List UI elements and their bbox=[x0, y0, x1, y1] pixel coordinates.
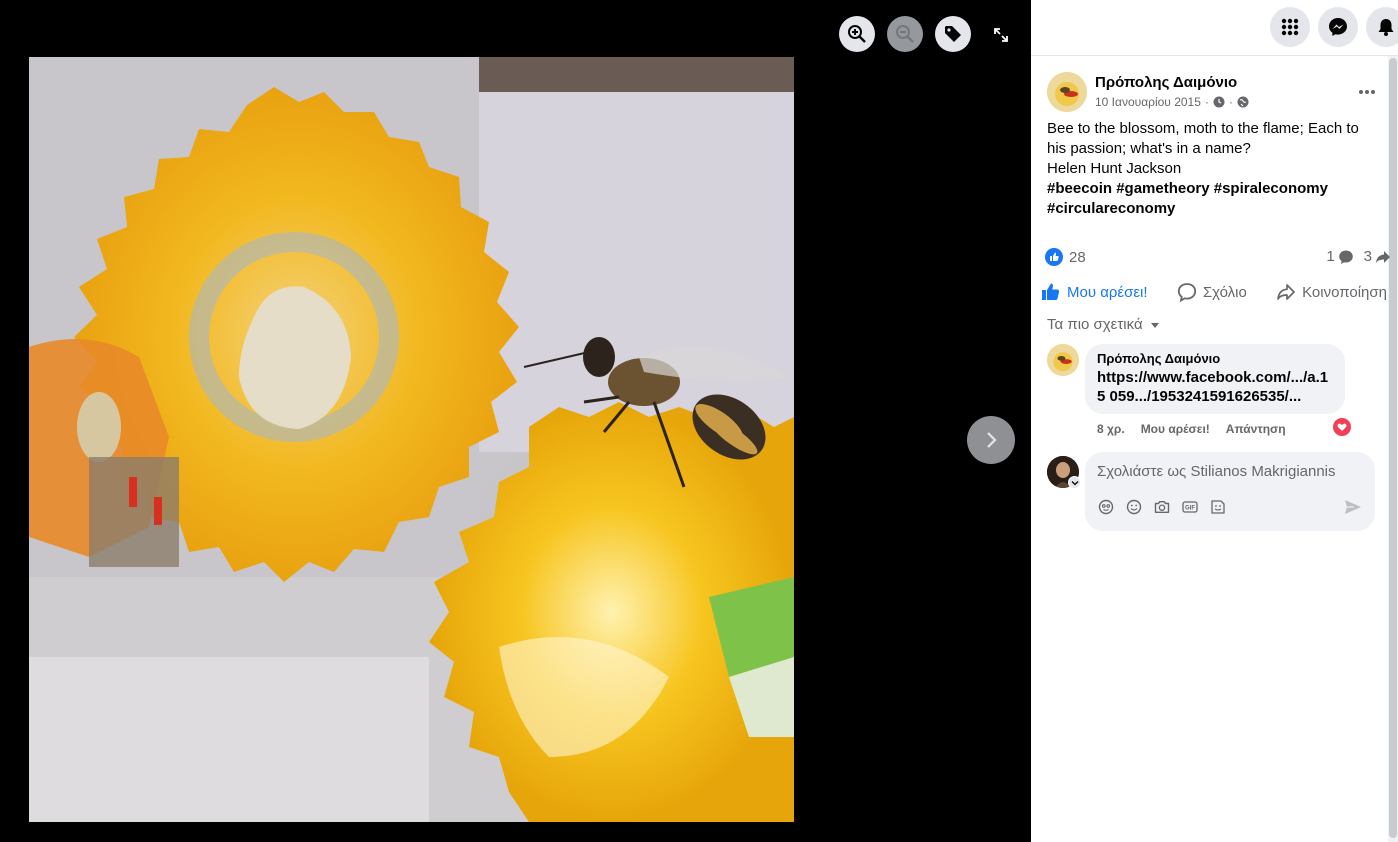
post-hashtags[interactable]: #beecoin #gametheory #spiraleconomy #cir… bbox=[1047, 179, 1377, 219]
clock-icon bbox=[1213, 96, 1225, 108]
post-quote: Bee to the blossom, moth to the flame; E… bbox=[1047, 120, 1359, 157]
camera-icon bbox=[1154, 501, 1170, 513]
share-count-group[interactable]: 3 bbox=[1364, 248, 1391, 265]
chevron-right-icon bbox=[987, 432, 997, 448]
post-options-button[interactable] bbox=[1353, 78, 1381, 106]
heart-icon bbox=[1337, 423, 1347, 431]
meta-separator: · bbox=[1204, 95, 1209, 109]
engagement-counts: 1 3 bbox=[1326, 248, 1391, 265]
photo-bee-on-pencil-shavings bbox=[29, 57, 794, 822]
comment-footer: 8 χρ. Μου αρέσει! Απάντηση bbox=[1097, 422, 1286, 436]
emoji-icon bbox=[1126, 499, 1142, 515]
post-quote-author: Helen Hunt Jackson bbox=[1047, 160, 1182, 177]
gif-button[interactable]: GIF bbox=[1181, 498, 1199, 516]
globe-icon bbox=[1237, 96, 1249, 108]
more-dots-icon bbox=[1359, 90, 1375, 94]
menu-button[interactable] bbox=[1270, 7, 1310, 47]
zoom-in-icon bbox=[848, 25, 866, 43]
scrollbar-thumb[interactable] bbox=[1389, 58, 1397, 838]
zoom-out-button[interactable] bbox=[887, 16, 923, 52]
bell-icon bbox=[1378, 19, 1394, 36]
share-button-label: Κοινοποίηση bbox=[1302, 283, 1387, 301]
comment-button-label: Σχόλιο bbox=[1202, 283, 1247, 301]
comment-button[interactable]: Σχόλιο bbox=[1177, 280, 1247, 304]
top-bar bbox=[1031, 0, 1398, 56]
fullscreen-button[interactable] bbox=[988, 22, 1014, 48]
comment-like-link[interactable]: Μου αρέσει! bbox=[1141, 422, 1210, 436]
photo-viewer bbox=[0, 0, 1031, 842]
comment-input[interactable] bbox=[1097, 460, 1357, 482]
comment-bubble-icon bbox=[1338, 250, 1353, 264]
post-author-name[interactable]: Πρόπολης Δαιμόνιο bbox=[1095, 74, 1237, 91]
author-avatar[interactable] bbox=[1047, 72, 1087, 112]
menu-grid-icon bbox=[1281, 18, 1299, 36]
comment-age[interactable]: 8 χρ. bbox=[1097, 422, 1125, 436]
composer-tools: GIF bbox=[1097, 498, 1227, 516]
share-icon bbox=[1277, 284, 1295, 300]
comment-count: 1 bbox=[1326, 248, 1335, 265]
next-photo-button[interactable] bbox=[967, 416, 1015, 464]
meta-separator-2: · bbox=[1228, 95, 1233, 109]
post-body: Bee to the blossom, moth to the flame; E… bbox=[1047, 119, 1377, 219]
like-count: 28 bbox=[1069, 248, 1086, 266]
tag-icon bbox=[945, 26, 961, 42]
comment-sort-dropdown[interactable]: Τα πιο σχετικά bbox=[1047, 316, 1161, 333]
comment-sort-label: Τα πιο σχετικά bbox=[1047, 316, 1143, 333]
caret-down-icon bbox=[1150, 322, 1159, 328]
post-meta: 10 Ιανουαρίου 2015 · · bbox=[1095, 95, 1249, 109]
zoom-out-icon bbox=[896, 25, 914, 43]
post-header: Πρόπολης Δαιμόνιο 10 Ιανουαρίου 2015 · · bbox=[1047, 72, 1387, 116]
messenger-button[interactable] bbox=[1318, 7, 1358, 47]
comment-bubble: Πρόπολης Δαιμόνιο https://www.facebook.c… bbox=[1085, 344, 1345, 414]
comment-link[interactable]: https://www.facebook.com/.../a.15 059...… bbox=[1097, 368, 1333, 406]
avatar-sticker-button[interactable] bbox=[1097, 498, 1115, 516]
like-count-group[interactable]: 28 bbox=[1045, 248, 1086, 266]
post-actions: Μου αρέσει! Σχόλιο Κοινοποίηση bbox=[1041, 280, 1387, 304]
zoom-in-button[interactable] bbox=[839, 16, 875, 52]
share-arrow-icon bbox=[1376, 250, 1390, 263]
commenter-avatar[interactable] bbox=[1047, 344, 1079, 376]
post-panel: Πρόπολης Δαιμόνιο 10 Ιανουαρίου 2015 · ·… bbox=[1031, 0, 1398, 842]
send-comment-button[interactable] bbox=[1343, 498, 1363, 516]
sticker-icon bbox=[1211, 500, 1225, 514]
avatar-image bbox=[1047, 72, 1087, 112]
like-reaction-icon bbox=[1045, 248, 1063, 266]
comment-count-group[interactable]: 1 bbox=[1326, 248, 1353, 265]
avatar-sticker-icon bbox=[1098, 499, 1114, 515]
tag-photo-button[interactable] bbox=[935, 16, 971, 52]
thumbs-up-icon bbox=[1042, 283, 1060, 300]
expand-icon bbox=[994, 28, 1008, 42]
send-icon bbox=[1345, 500, 1361, 514]
chevron-down-icon bbox=[1071, 480, 1078, 485]
svg-text:GIF: GIF bbox=[1185, 506, 1195, 512]
share-count: 3 bbox=[1363, 248, 1372, 265]
like-button-label: Μου αρέσει! bbox=[1067, 283, 1148, 301]
messenger-icon bbox=[1329, 18, 1347, 36]
reactions-summary: 28 1 3 bbox=[1045, 248, 1390, 268]
comment-author[interactable]: Πρόπολης Δαιμόνιο bbox=[1097, 351, 1333, 366]
post-date[interactable]: 10 Ιανουαρίου 2015 bbox=[1095, 95, 1201, 109]
comment-icon bbox=[1177, 283, 1196, 302]
photo-attach-button[interactable] bbox=[1153, 498, 1171, 516]
profile-switch-badge[interactable] bbox=[1068, 476, 1081, 489]
comment-input-box: GIF bbox=[1085, 452, 1375, 531]
emoji-button[interactable] bbox=[1125, 498, 1143, 516]
share-button[interactable]: Κοινοποίηση bbox=[1276, 280, 1387, 304]
gif-icon: GIF bbox=[1182, 501, 1198, 513]
avatar-image bbox=[1047, 344, 1079, 376]
sticker-button[interactable] bbox=[1209, 498, 1227, 516]
notifications-button[interactable] bbox=[1366, 7, 1398, 47]
love-reaction-badge[interactable] bbox=[1333, 418, 1351, 436]
comment-reply-link[interactable]: Απάντηση bbox=[1226, 422, 1286, 436]
post-photo[interactable] bbox=[29, 57, 794, 822]
like-button[interactable]: Μου αρέσει! bbox=[1041, 280, 1148, 304]
